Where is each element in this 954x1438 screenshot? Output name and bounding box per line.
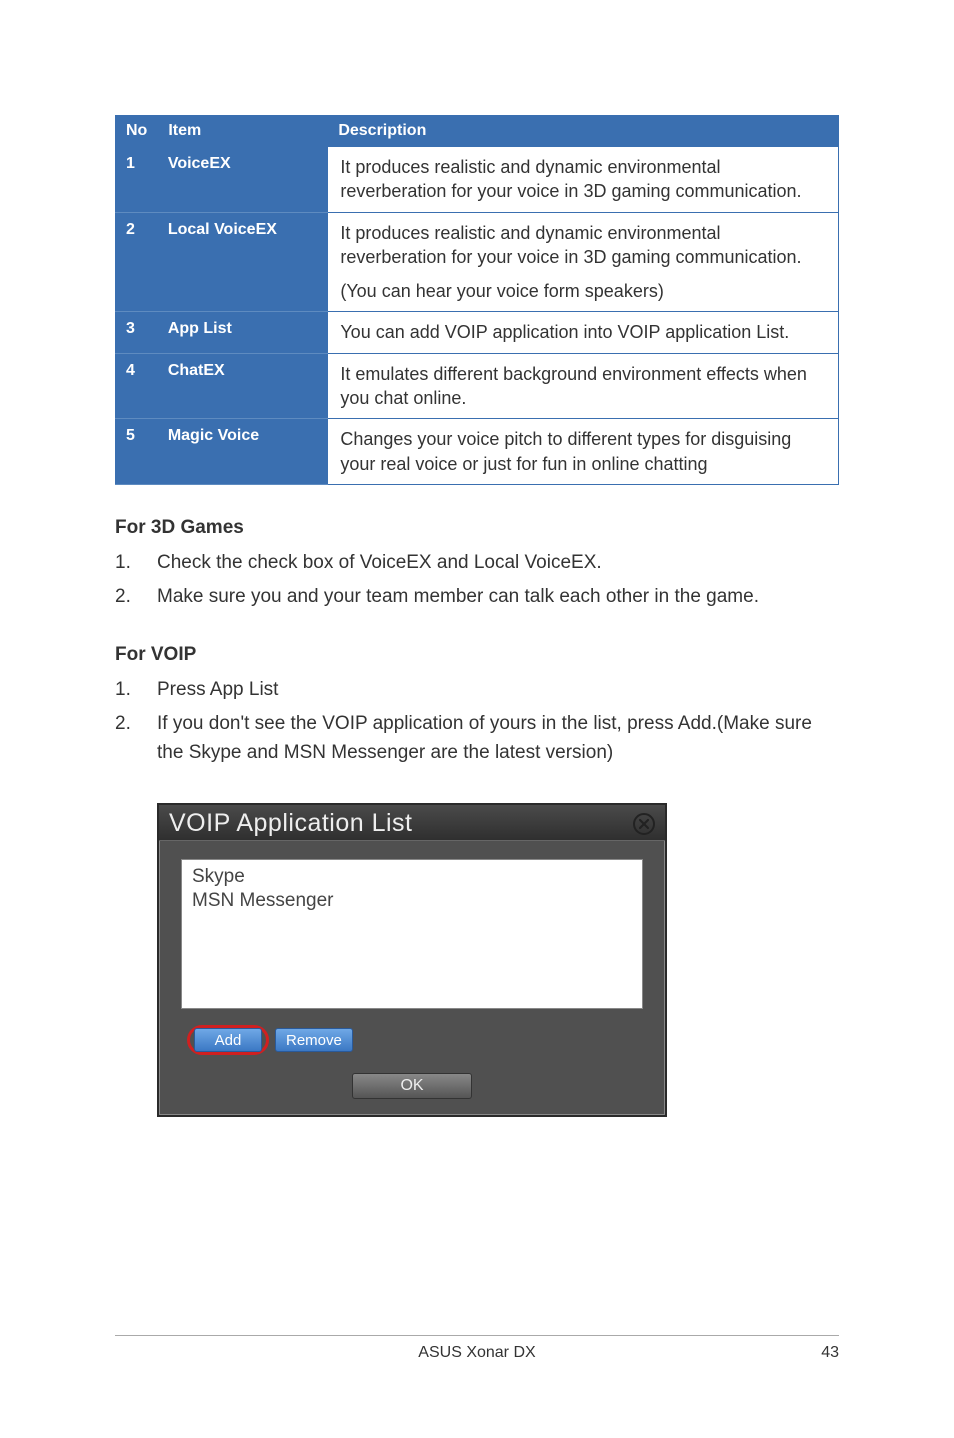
list-item-number: 1. xyxy=(115,549,157,578)
heading-3d-games: For 3D Games xyxy=(115,517,839,539)
cell-no: 2 xyxy=(116,212,158,312)
cell-desc: You can add VOIP application into VOIP a… xyxy=(328,312,839,353)
list-item-text: Press App List xyxy=(157,676,278,705)
cell-desc-extra: (You can hear your voice form speakers) xyxy=(340,279,826,303)
add-button-highlight: Add xyxy=(187,1025,269,1055)
dialog-title: VOIP Application List xyxy=(169,809,413,838)
cell-item: Local VoiceEX xyxy=(158,212,328,312)
remove-button[interactable]: Remove xyxy=(275,1028,353,1052)
page-footer: ASUS Xonar DX 43 xyxy=(115,1335,839,1362)
col-header-description: Description xyxy=(328,116,839,147)
list-item: 2. If you don't see the VOIP application… xyxy=(115,710,839,767)
dialog-titlebar: VOIP Application List xyxy=(159,805,665,841)
ok-button[interactable]: OK xyxy=(352,1073,472,1099)
list-item: 1. Press App List xyxy=(115,676,839,705)
list-item-text: Make sure you and your team member can t… xyxy=(157,583,759,612)
cell-item: VoiceEX xyxy=(158,147,328,213)
table-row: 4 ChatEX It emulates different backgroun… xyxy=(116,353,839,419)
footer-divider xyxy=(115,1335,839,1336)
cell-desc-main: It produces realistic and dynamic enviro… xyxy=(340,223,801,267)
footer-product: ASUS Xonar DX xyxy=(418,1344,535,1362)
cell-desc: It produces realistic and dynamic enviro… xyxy=(328,212,839,312)
list-item-number: 1. xyxy=(115,676,157,705)
cell-desc: It emulates different background environ… xyxy=(328,353,839,419)
table-row: 1 VoiceEX It produces realistic and dyna… xyxy=(116,147,839,213)
table-row: 2 Local VoiceEX It produces realistic an… xyxy=(116,212,839,312)
heading-voip: For VOIP xyxy=(115,644,839,666)
cell-item: Magic Voice xyxy=(158,419,328,485)
list-item: 2. Make sure you and your team member ca… xyxy=(115,583,839,612)
close-icon[interactable] xyxy=(631,811,657,837)
cell-no: 3 xyxy=(116,312,158,353)
cell-no: 5 xyxy=(116,419,158,485)
cell-no: 1 xyxy=(116,147,158,213)
features-table: No Item Description 1 VoiceEX It produce… xyxy=(115,115,839,485)
list-item-number: 2. xyxy=(115,583,157,612)
list-item-number: 2. xyxy=(115,710,157,767)
table-row: 5 Magic Voice Changes your voice pitch t… xyxy=(116,419,839,485)
application-listbox[interactable]: Skype MSN Messenger xyxy=(181,859,643,1009)
list-voip: 1. Press App List 2. If you don't see th… xyxy=(115,676,839,768)
list-item: 1. Check the check box of VoiceEX and Lo… xyxy=(115,549,839,578)
add-button[interactable]: Add xyxy=(194,1028,262,1052)
list-item-text: If you don't see the VOIP application of… xyxy=(157,710,839,767)
list-3d-games: 1. Check the check box of VoiceEX and Lo… xyxy=(115,549,839,612)
col-header-item: Item xyxy=(158,116,328,147)
cell-no: 4 xyxy=(116,353,158,419)
cell-item: ChatEX xyxy=(158,353,328,419)
table-row: 3 App List You can add VOIP application … xyxy=(116,312,839,353)
cell-desc: It produces realistic and dynamic enviro… xyxy=(328,147,839,213)
footer-page-number: 43 xyxy=(821,1344,839,1362)
col-header-no: No xyxy=(116,116,158,147)
cell-item: App List xyxy=(158,312,328,353)
list-item-text: Check the check box of VoiceEX and Local… xyxy=(157,549,602,578)
cell-desc: Changes your voice pitch to different ty… xyxy=(328,419,839,485)
list-item[interactable]: MSN Messenger xyxy=(192,890,632,912)
voip-application-list-dialog: VOIP Application List Skype MSN Messenge… xyxy=(157,803,667,1117)
list-item[interactable]: Skype xyxy=(192,866,632,888)
